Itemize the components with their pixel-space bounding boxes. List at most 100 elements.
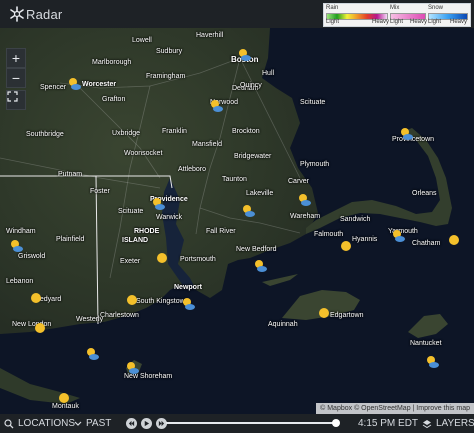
legend-snow-label: Snow xyxy=(428,5,444,11)
place-label: Exeter xyxy=(120,258,141,265)
timeline-progress xyxy=(166,422,336,424)
place-label: Portsmouth xyxy=(180,256,216,263)
sun-snowflake-icon xyxy=(10,6,24,22)
place-label-major: Worcester xyxy=(82,81,117,88)
place-label: Fall River xyxy=(206,228,236,235)
legend-rain-label: Rain xyxy=(326,5,339,11)
place-label: Edgartown xyxy=(330,312,364,319)
legend-mix-light: Light xyxy=(390,19,404,25)
locations-button[interactable]: LOCATIONS xyxy=(4,418,75,429)
step-forward-icon xyxy=(158,420,165,427)
place-label: Attleboro xyxy=(178,166,207,173)
partly-cloudy-icon[interactable] xyxy=(424,354,440,370)
app-title: Radar xyxy=(26,7,63,22)
place-label: Sandwich xyxy=(340,216,371,223)
place-label: Marlborough xyxy=(92,59,132,66)
sunny-icon[interactable] xyxy=(56,390,72,406)
place-label: Brockton xyxy=(232,128,260,135)
place-label: Hull xyxy=(262,70,275,77)
partly-cloudy-icon[interactable] xyxy=(180,296,196,312)
partly-cloudy-icon[interactable] xyxy=(150,196,166,212)
place-label: Quincy xyxy=(240,82,262,89)
sunny-icon[interactable] xyxy=(124,292,140,308)
partly-cloudy-icon[interactable] xyxy=(236,47,252,63)
radar-app: Radar Rain Mix Snow Light Heavy Light He… xyxy=(0,0,474,433)
place-label: Framingham xyxy=(146,73,186,80)
partly-cloudy-icon[interactable] xyxy=(252,258,268,274)
playback-controls xyxy=(126,418,167,429)
chevron-down-icon xyxy=(74,421,82,426)
place-label: Putnam xyxy=(58,171,83,178)
place-label: Woonsocket xyxy=(124,150,163,157)
partly-cloudy-icon[interactable] xyxy=(240,203,256,219)
map-attribution[interactable]: © Mapbox © OpenStreetMap | Improve this … xyxy=(316,403,474,414)
expand-icon xyxy=(7,91,18,102)
partly-cloudy-icon[interactable] xyxy=(208,98,224,114)
play-button[interactable] xyxy=(141,418,152,429)
legend-rain-heavy: Heavy xyxy=(372,19,390,25)
sunny-icon[interactable] xyxy=(28,290,44,306)
timeline-slider[interactable] xyxy=(166,419,340,427)
sunny-icon[interactable] xyxy=(154,250,170,266)
place-label: Orleans xyxy=(412,190,437,197)
step-back-button[interactable] xyxy=(126,418,137,429)
place-label: Falmouth xyxy=(314,231,344,238)
partly-cloudy-icon[interactable] xyxy=(8,238,24,254)
search-icon xyxy=(4,418,14,428)
legend-snow-heavy: Heavy xyxy=(450,19,468,25)
place-label: Aquinnah xyxy=(268,321,298,328)
place-label: Carver xyxy=(288,178,310,185)
place-label: Westerly xyxy=(76,316,104,323)
sunny-icon[interactable] xyxy=(446,232,462,248)
place-label: Uxbridge xyxy=(112,130,141,137)
place-label: Southbridge xyxy=(26,131,64,138)
zoom-out-button[interactable]: − xyxy=(6,68,26,88)
radar-map[interactable]: + − Lowell Haverhill Sudbury Marlborough… xyxy=(0,28,474,414)
place-label: Warwick xyxy=(156,214,183,221)
place-label: Foster xyxy=(90,188,110,195)
place-label: Mansfield xyxy=(192,141,222,148)
place-label: Haverhill xyxy=(196,32,224,39)
layers-button[interactable]: LAYERS xyxy=(422,418,474,429)
place-label: Franklin xyxy=(162,128,187,135)
place-label: Plainfield xyxy=(56,236,85,243)
zoom-out-label: − xyxy=(11,70,21,86)
place-label: Scituate xyxy=(118,208,144,215)
past-label: PAST xyxy=(86,418,112,429)
place-label: Spencer xyxy=(40,84,67,91)
place-label-major: RHODE xyxy=(134,228,160,235)
partly-cloudy-icon[interactable] xyxy=(124,360,140,376)
locations-label: LOCATIONS xyxy=(18,418,76,429)
sunny-icon[interactable] xyxy=(32,320,48,336)
place-label: Scituate xyxy=(300,99,326,106)
place-label: Wareham xyxy=(290,213,321,220)
playback-bar: LOCATIONS PAST 4:15 PM EDT LAYERS xyxy=(0,414,474,433)
layers-icon xyxy=(422,419,432,428)
place-label: Taunton xyxy=(222,176,247,183)
legend-rain-light: Light xyxy=(326,19,340,25)
place-label: Windham xyxy=(6,228,36,235)
step-back-icon xyxy=(128,420,135,427)
place-label: Nantucket xyxy=(410,340,442,347)
place-label: Lowell xyxy=(132,37,152,44)
place-label: Bridgewater xyxy=(234,153,272,160)
fullscreen-button[interactable] xyxy=(6,90,26,110)
zoom-in-button[interactable]: + xyxy=(6,48,26,68)
place-label: Lebanon xyxy=(6,278,34,285)
partly-cloudy-icon[interactable] xyxy=(66,76,82,92)
place-label: Hyannis xyxy=(352,236,378,243)
partly-cloudy-icon[interactable] xyxy=(398,126,414,142)
sunny-icon[interactable] xyxy=(338,238,354,254)
place-label: New Bedford xyxy=(236,246,277,253)
partly-cloudy-icon[interactable] xyxy=(296,192,312,208)
top-bar: Radar Rain Mix Snow Light Heavy Light He… xyxy=(0,0,474,28)
current-time: 4:15 PM EDT xyxy=(358,418,419,429)
partly-cloudy-icon[interactable] xyxy=(390,228,406,244)
legend-snow-light: Light xyxy=(428,19,442,25)
place-label: Lakeville xyxy=(246,190,274,197)
partly-cloudy-icon[interactable] xyxy=(84,346,100,362)
sunny-icon[interactable] xyxy=(316,305,332,321)
timeline-handle[interactable] xyxy=(332,419,340,427)
place-label: Charlestown xyxy=(100,312,139,319)
past-selector[interactable]: PAST xyxy=(74,418,111,429)
